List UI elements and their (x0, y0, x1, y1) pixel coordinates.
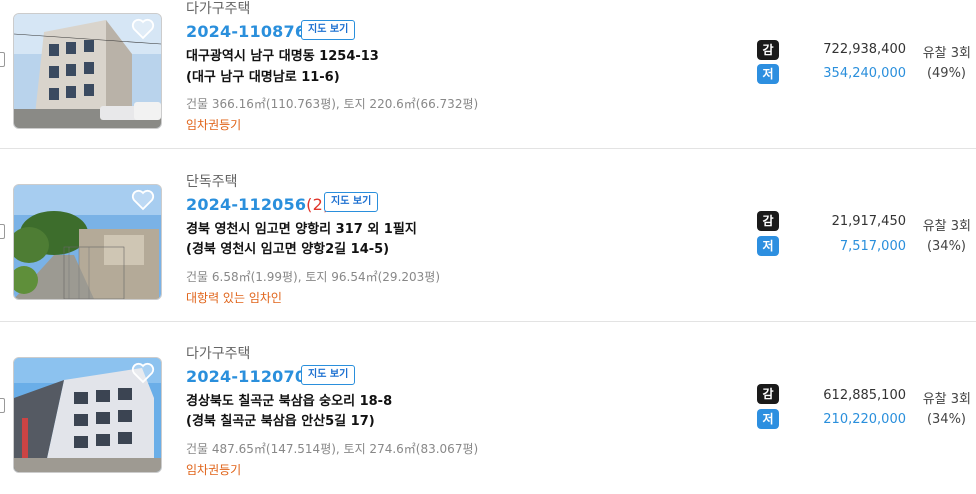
heart-icon[interactable] (131, 18, 155, 40)
minimum-price: 210,220,000 (823, 412, 906, 427)
property-thumbnail[interactable] (13, 357, 162, 473)
fail-count: 유찰 3회 (922, 46, 971, 61)
row-divider (0, 148, 976, 149)
appraisal-badge: 감 (757, 211, 779, 231)
address: 대구광역시 남구 대명동 1254-13 (186, 49, 379, 64)
case-number[interactable]: 2024-110876 (186, 22, 306, 41)
appraisal-badge: 감 (757, 384, 779, 404)
price-percent: (34%) (926, 239, 966, 254)
appraisal-badge: 감 (757, 40, 779, 60)
select-checkbox[interactable] (0, 224, 5, 239)
appraisal-price: 722,938,400 (823, 42, 906, 57)
special-note: 임차권등기 (186, 118, 242, 132)
price-percent: (49%) (926, 66, 966, 81)
minimum-badge: 저 (757, 236, 779, 256)
case-number-text: 2024-112056 (186, 195, 307, 214)
fail-count: 유찰 3회 (922, 219, 971, 234)
address: 경북 영천시 임고면 양항리 317 외 1필지 (186, 222, 417, 237)
property-type: 단독주택 (186, 174, 238, 190)
property-thumbnail[interactable] (13, 13, 162, 129)
road-address: (경북 칠곡군 북삼읍 안산5길 17) (186, 414, 375, 429)
case-number-text: 2024-110876 (186, 22, 307, 41)
special-note: 대항력 있는 임차인 (186, 291, 282, 305)
select-checkbox[interactable] (0, 398, 5, 413)
property-thumbnail[interactable] (13, 184, 162, 300)
fail-count: 유찰 3회 (922, 392, 971, 407)
heart-icon[interactable] (131, 362, 155, 384)
listing-row[interactable]: 단독주택 2024-112056(2) 지도 보기 경북 영천시 임고면 양항리… (0, 150, 976, 322)
case-number[interactable]: 2024-112070 (186, 367, 306, 386)
price-percent: (34%) (926, 412, 966, 427)
address: 경상북도 칠곡군 북삼읍 숭오리 18-8 (186, 394, 393, 409)
case-number[interactable]: 2024-112056(2) (186, 195, 329, 214)
listing-row[interactable]: 다가구주택 2024-110876 지도 보기 대구광역시 남구 대명동 125… (0, 0, 976, 150)
minimum-price: 354,240,000 (823, 66, 906, 81)
special-note: 임차권등기 (186, 463, 242, 477)
property-type: 다가구주택 (186, 1, 251, 17)
appraisal-price: 612,885,100 (823, 388, 906, 403)
road-address: (경북 영천시 임고면 양항2길 14-5) (186, 242, 390, 257)
minimum-badge: 저 (757, 409, 779, 429)
map-view-button[interactable]: 지도 보기 (301, 365, 356, 385)
listing-row[interactable]: 다가구주택 2024-112070 지도 보기 경상북도 칠곡군 북삼읍 숭오리… (0, 322, 976, 494)
property-type: 다가구주택 (186, 346, 251, 362)
area-info: 건물 487.65㎡(147.514평), 토지 274.6㎡(83.067평) (186, 442, 479, 456)
area-info: 건물 366.16㎡(110.763평), 토지 220.6㎡(66.732평) (186, 97, 479, 111)
heart-icon[interactable] (131, 189, 155, 211)
minimum-price: 7,517,000 (839, 239, 906, 254)
map-view-button[interactable]: 지도 보기 (324, 192, 379, 212)
case-number-text: 2024-112070 (186, 367, 307, 386)
area-info: 건물 6.58㎡(1.99평), 토지 96.54㎡(29.203평) (186, 270, 441, 284)
map-view-button[interactable]: 지도 보기 (301, 20, 356, 40)
minimum-badge: 저 (757, 64, 779, 84)
select-checkbox[interactable] (0, 52, 5, 67)
road-address: (대구 남구 대명남로 11-6) (186, 70, 340, 85)
appraisal-price: 21,917,450 (831, 214, 906, 229)
